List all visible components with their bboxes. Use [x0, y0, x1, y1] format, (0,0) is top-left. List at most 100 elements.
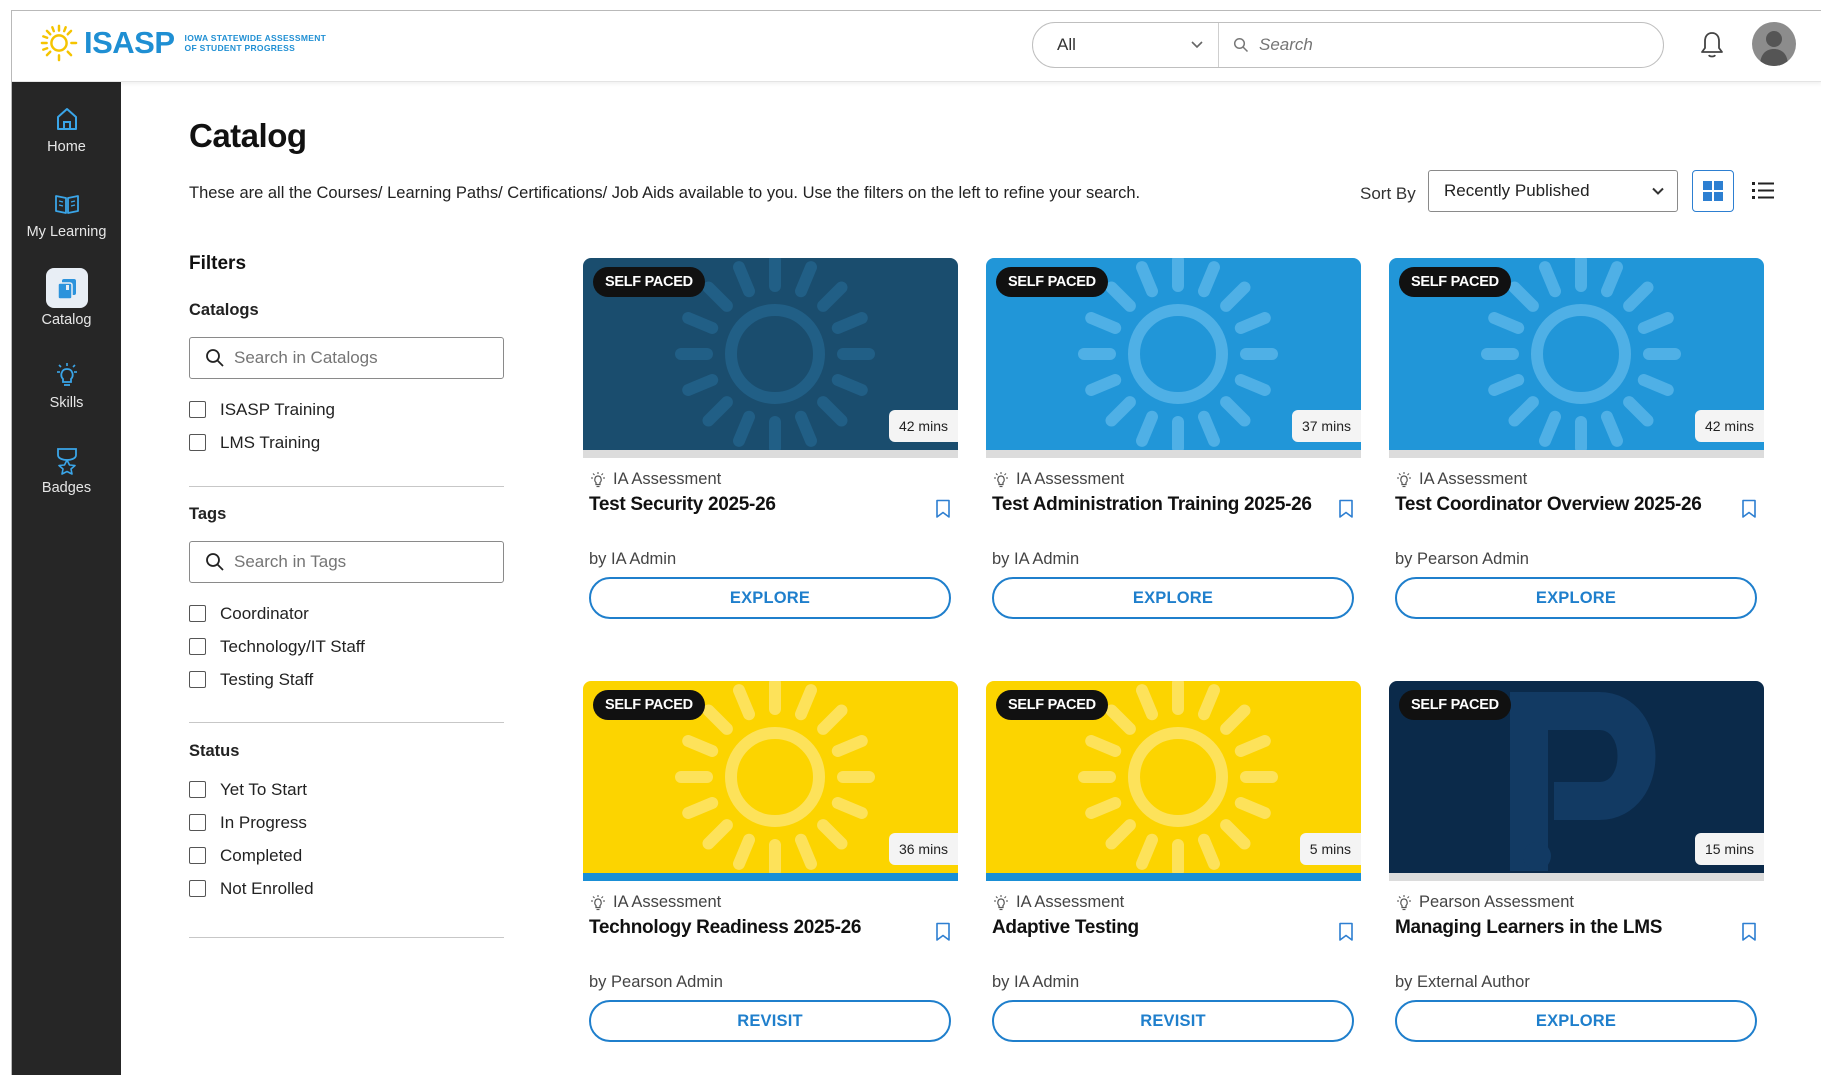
filter-option-isasp-training[interactable]: ISASP Training [189, 393, 504, 426]
self-paced-badge: SELF PACED [996, 267, 1108, 297]
course-category: IA Assessment [589, 893, 721, 912]
course-title[interactable]: Adaptive Testing [992, 917, 1139, 939]
filter-option-yet-to-start[interactable]: Yet To Start [189, 773, 504, 806]
filter-group-catalogs: Catalogs ISASP Training LMS Training [189, 301, 504, 459]
filter-group-tags: Tags Coordinator Technology/IT Staff Tes… [189, 505, 504, 696]
course-card[interactable]: SELF PACED 37 mins IA Assessment Test Ad… [986, 258, 1361, 628]
course-action-button[interactable]: EXPLORE [1395, 1000, 1757, 1042]
course-thumbnail[interactable]: SELF PACED 37 mins [986, 258, 1361, 450]
self-paced-badge: SELF PACED [1399, 690, 1511, 720]
sun-art-icon [1078, 681, 1278, 873]
sidebar-item-my-learning[interactable]: My Learning [12, 189, 121, 269]
filter-option-label: Completed [220, 845, 303, 865]
sort-dropdown[interactable]: Recently Published [1428, 170, 1678, 212]
course-card[interactable]: SELF PACED 15 mins Pearson Assessment Ma… [1389, 681, 1764, 1051]
course-thumbnail[interactable]: SELF PACED 42 mins [583, 258, 958, 450]
sidebar-item-catalog[interactable]: Catalog [12, 268, 121, 348]
skill-lightbulb-icon [994, 894, 1008, 910]
sidebar-item-label: My Learning [26, 224, 107, 240]
sidebar-item-badges[interactable]: Badges [12, 445, 121, 525]
course-author: by External Author [1395, 973, 1530, 991]
sidebar-item-skills[interactable]: Skills [12, 360, 121, 440]
checkbox[interactable] [189, 434, 206, 451]
course-action-button[interactable]: EXPLORE [992, 577, 1354, 619]
sidebar-item-label: Skills [49, 395, 84, 411]
catalog-search-input[interactable] [234, 348, 494, 368]
course-thumbnail[interactable]: SELF PACED 5 mins [986, 681, 1361, 873]
course-action-button[interactable]: EXPLORE [589, 577, 951, 619]
course-title[interactable]: Technology Readiness 2025-26 [589, 917, 861, 939]
course-card[interactable]: SELF PACED 36 mins IA Assessment Technol… [583, 681, 958, 1051]
filter-option-coordinator[interactable]: Coordinator [189, 597, 504, 630]
filter-option-label: Yet To Start [220, 779, 307, 799]
self-paced-badge: SELF PACED [1399, 267, 1511, 297]
badge-icon [56, 448, 77, 475]
bookmark-icon[interactable] [935, 499, 951, 519]
bookmark-icon[interactable] [1338, 499, 1354, 519]
course-action-button[interactable]: REVISIT [992, 1000, 1354, 1042]
bookmark-icon[interactable] [935, 922, 951, 942]
filter-option-label: LMS Training [220, 432, 321, 452]
course-title[interactable]: Test Security 2025-26 [589, 494, 776, 516]
brand-subtitle-line1: IOWA STATEWIDE ASSESSMENT [184, 33, 327, 43]
checkbox[interactable] [189, 880, 206, 897]
checkbox[interactable] [189, 605, 206, 622]
sun-art-icon [675, 258, 875, 450]
top-bar: ISASP IOWA STATEWIDE ASSESSMENT of STUDE… [12, 11, 1821, 82]
filter-option-not-enrolled[interactable]: Not Enrolled [189, 872, 504, 905]
checkbox[interactable] [189, 814, 206, 831]
course-category-label: IA Assessment [1016, 470, 1125, 488]
checkbox[interactable] [189, 401, 206, 418]
filter-option-lms-training[interactable]: LMS Training [189, 426, 504, 459]
home-icon [56, 108, 77, 130]
filter-option-testing-staff[interactable]: Testing Staff [189, 663, 504, 696]
course-card[interactable]: SELF PACED 5 mins IA Assessment Adaptive… [986, 681, 1361, 1051]
progress-fill [583, 873, 958, 881]
filter-option-technology-it-staff[interactable]: Technology/IT Staff [189, 630, 504, 663]
course-card[interactable]: SELF PACED 42 mins IA Assessment Test Co… [1389, 258, 1764, 628]
bookmark-icon[interactable] [1338, 922, 1354, 942]
course-thumbnail[interactable]: SELF PACED 15 mins [1389, 681, 1764, 873]
search-input[interactable] [1259, 35, 1639, 55]
course-card[interactable]: SELF PACED 42 mins IA Assessment Test Se… [583, 258, 958, 628]
isasp-logo[interactable]: ISASP IOWA STATEWIDE ASSESSMENT of STUDE… [40, 23, 335, 63]
course-action-button[interactable]: EXPLORE [1395, 577, 1757, 619]
checkbox[interactable] [189, 847, 206, 864]
filter-divider [189, 486, 504, 487]
search-icon [206, 553, 224, 571]
checkbox[interactable] [189, 638, 206, 655]
sidebar-item-home[interactable]: Home [12, 104, 121, 184]
course-title[interactable]: Test Coordinator Overview 2025-26 [1395, 494, 1702, 516]
bookmark-icon[interactable] [1741, 922, 1757, 942]
self-paced-badge: SELF PACED [996, 690, 1108, 720]
progress-bar [986, 450, 1361, 458]
checkbox[interactable] [189, 671, 206, 688]
course-author: by IA Admin [992, 973, 1080, 991]
notification-bell-icon[interactable] [1698, 30, 1726, 60]
course-title[interactable]: Test Administration Training 2025-26 [992, 494, 1312, 516]
search-scope-dropdown[interactable]: All [1033, 23, 1219, 67]
course-title[interactable]: Managing Learners in the LMS [1395, 917, 1662, 939]
course-thumbnail[interactable]: SELF PACED 42 mins [1389, 258, 1764, 450]
grid-view-button[interactable] [1692, 170, 1734, 212]
course-author: by Pearson Admin [1395, 550, 1529, 568]
page-description: These are all the Courses/ Learning Path… [189, 184, 1141, 202]
course-category: IA Assessment [992, 470, 1124, 489]
page-title: Catalog [189, 117, 307, 154]
course-action-button[interactable]: REVISIT [589, 1000, 951, 1042]
checkbox[interactable] [189, 781, 206, 798]
list-view-button[interactable] [1748, 176, 1778, 206]
duration-badge: 36 mins [888, 833, 958, 865]
progress-fill [986, 873, 1361, 881]
course-category: IA Assessment [992, 893, 1124, 912]
sort-by-label: Sort By [1360, 184, 1416, 203]
course-thumbnail[interactable]: SELF PACED 36 mins [583, 681, 958, 873]
filter-option-completed[interactable]: Completed [189, 839, 504, 872]
user-avatar[interactable] [1752, 22, 1796, 66]
self-paced-badge: SELF PACED [593, 267, 705, 297]
search-icon [206, 349, 224, 367]
skill-lightbulb-icon [1397, 471, 1411, 487]
bookmark-icon[interactable] [1741, 499, 1757, 519]
filter-option-in-progress[interactable]: In Progress [189, 806, 504, 839]
tag-search-input[interactable] [234, 552, 494, 572]
